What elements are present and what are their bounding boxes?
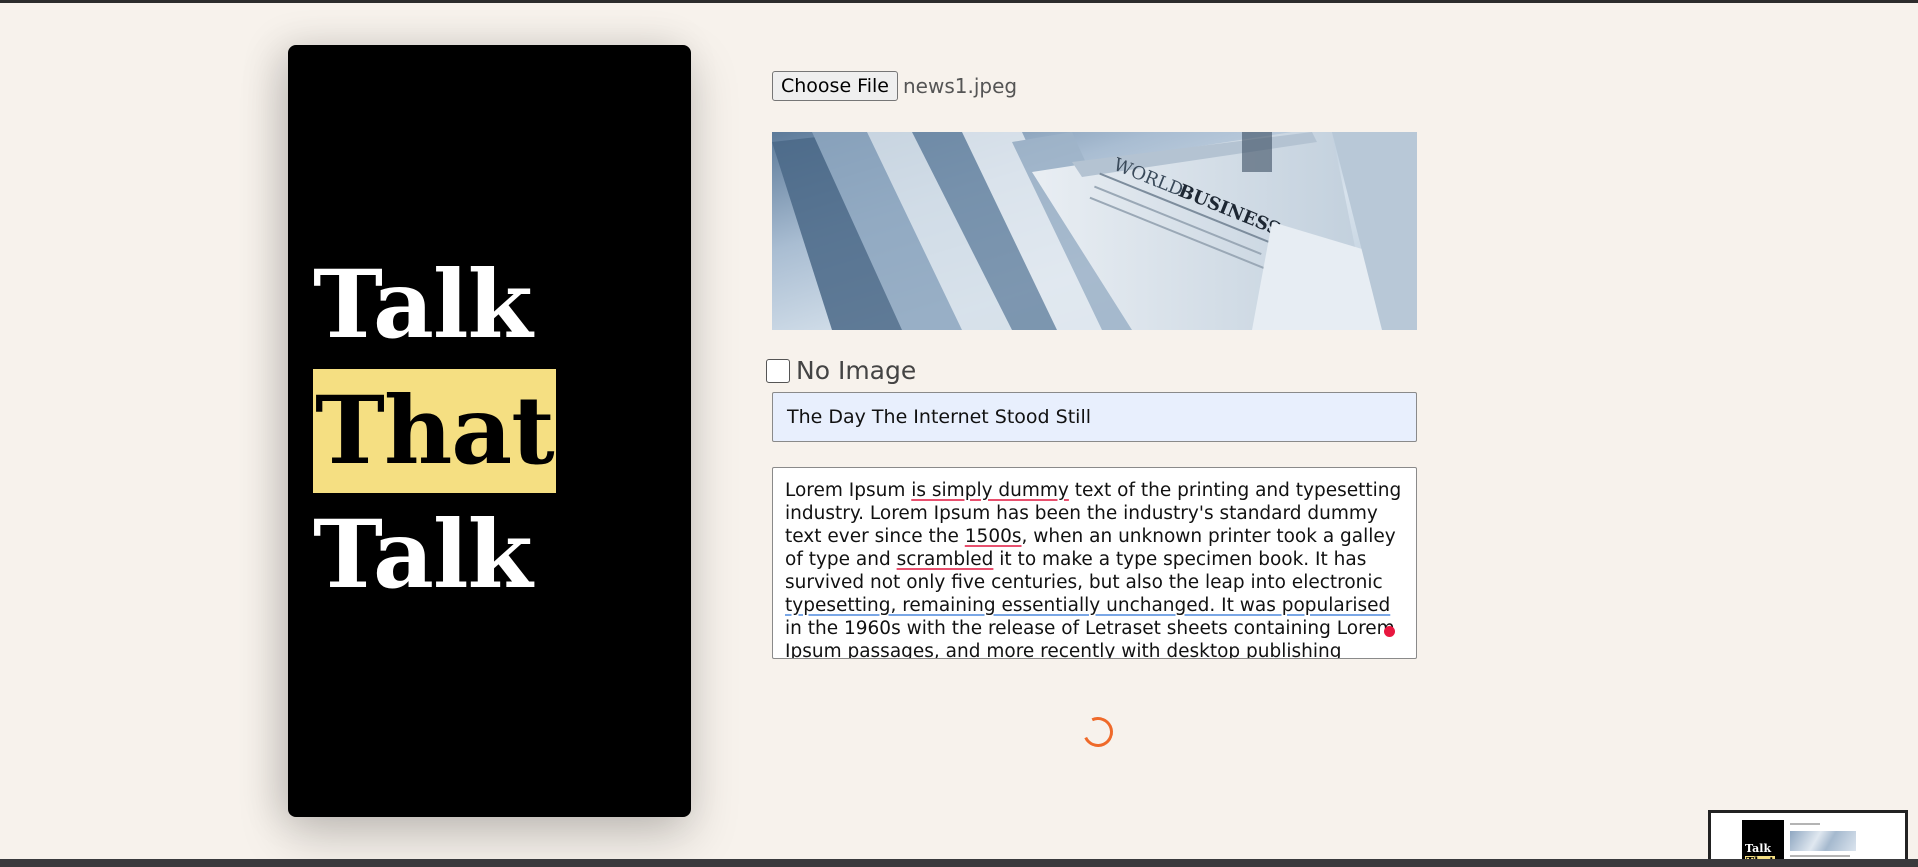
- grammar-indicator-icon[interactable]: [1384, 626, 1395, 637]
- thumbnail-line: [1790, 823, 1820, 825]
- no-image-label: No Image: [796, 356, 917, 385]
- body-text-seg: Lorem Ipsum: [785, 480, 912, 501]
- top-border: [0, 0, 1918, 3]
- spellcheck-underlined-text: is simply dummy: [911, 480, 1069, 501]
- selected-file-name: news1.jpeg: [902, 74, 1018, 98]
- body-textarea[interactable]: Lorem Ipsum is simply dummy text of the …: [772, 467, 1417, 659]
- loading-spinner-icon: [1078, 712, 1118, 752]
- no-image-checkbox[interactable]: [766, 358, 790, 383]
- headline-input[interactable]: The Day The Internet Stood Still: [772, 392, 1417, 442]
- grammar-underlined-text: typesetting, remaining essentially uncha…: [785, 595, 1391, 616]
- preview-title-word-3: Talk: [313, 500, 533, 610]
- preview-title-word-2-highlighted: That: [313, 369, 556, 493]
- spellcheck-underlined-text: scrambled: [896, 549, 994, 570]
- thumbnail-title-word-1: Talk: [1745, 842, 1772, 855]
- spellcheck-underlined-text: 1500s: [964, 526, 1022, 547]
- choose-file-button[interactable]: Choose File: [772, 71, 898, 101]
- bottom-taskbar-edge: [0, 859, 1918, 867]
- file-picker: Choose File news1.jpeg: [772, 71, 1017, 101]
- newspaper-photo: WORLD BUSINESS B3: [772, 132, 1417, 330]
- body-text-seg: in the 1960s with the release of Letrase…: [785, 618, 1395, 659]
- thumbnail-image: [1790, 831, 1856, 851]
- uploaded-news-image: WORLD BUSINESS B3: [772, 132, 1417, 330]
- thumbnail-line: [1790, 855, 1850, 857]
- no-image-option: No Image: [766, 356, 916, 385]
- preview-title-word-1: Talk: [313, 250, 533, 360]
